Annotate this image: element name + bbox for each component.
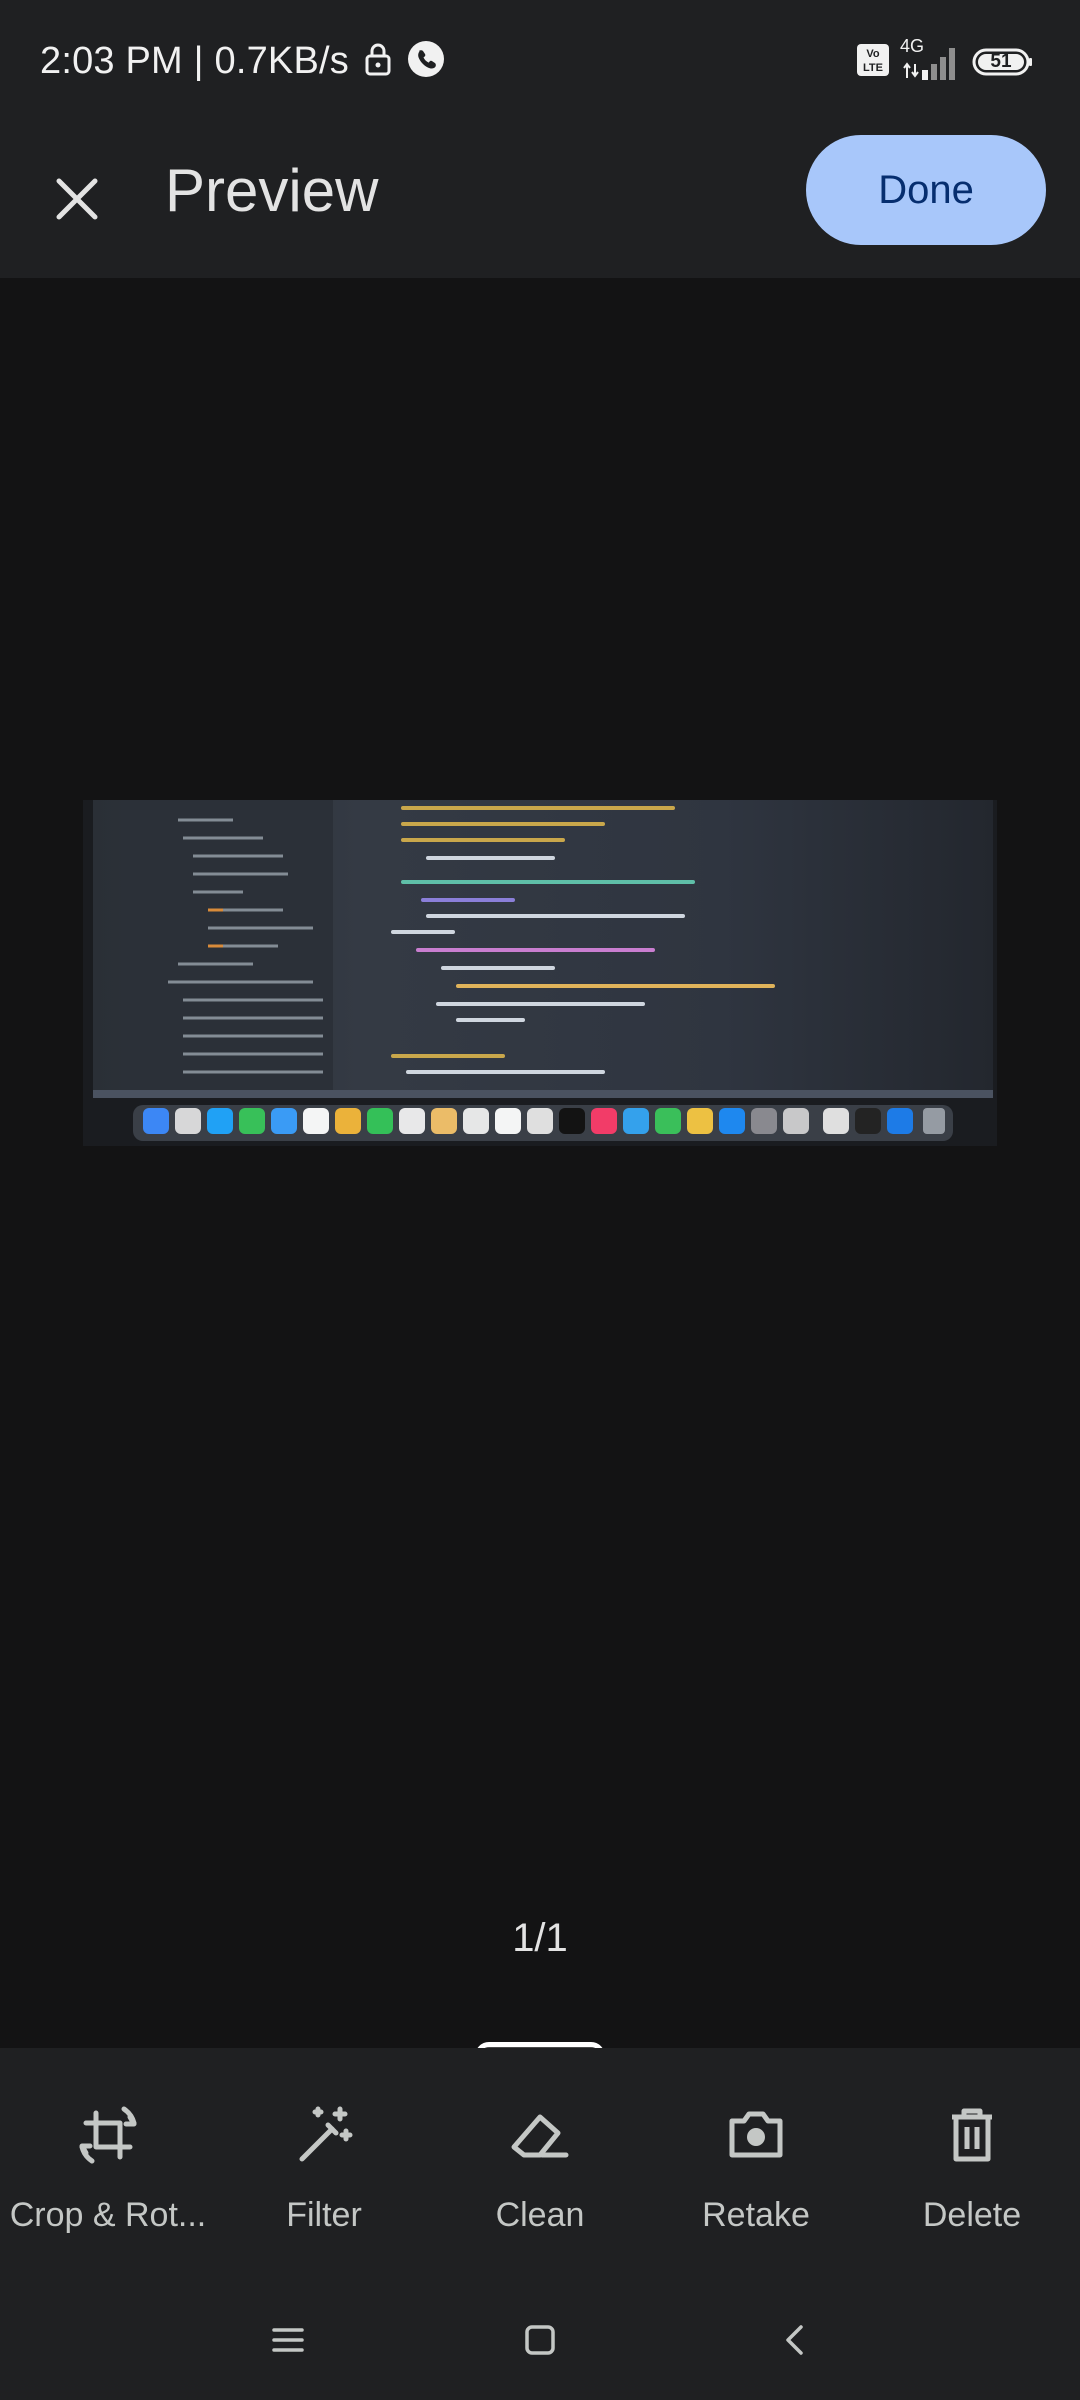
- clean-label: Clean: [495, 2196, 585, 2234]
- svg-text:LTE: LTE: [863, 62, 883, 74]
- magic-wand-icon: [216, 2100, 432, 2170]
- battery-level: 51: [990, 51, 1012, 72]
- battery-icon: 51: [972, 47, 1034, 77]
- top-app-bar: Preview Done: [0, 130, 1080, 278]
- status-bar: 2:03 PM | 0.7KB/s Vo LTE 4G 51: [0, 0, 1080, 130]
- back-chevron-icon: [786, 2325, 803, 2355]
- status-right: Vo LTE 4G 51: [856, 36, 1034, 82]
- crop-rotate-button[interactable]: Crop & Rot...: [0, 2100, 216, 2235]
- back-button[interactable]: [764, 2310, 824, 2370]
- scanned-document-image[interactable]: [83, 800, 997, 1146]
- page-counter: 1/1: [512, 1916, 568, 1960]
- recents-button[interactable]: [258, 2310, 318, 2370]
- crop-rotate-label: Crop & Rot...: [9, 2196, 207, 2234]
- done-button[interactable]: Done: [806, 135, 1046, 245]
- signal-icon: 4G: [900, 36, 962, 82]
- filter-label: Filter: [286, 2196, 362, 2234]
- eraser-icon: [432, 2100, 648, 2170]
- delete-label: Delete: [922, 2196, 1022, 2234]
- status-left: 2:03 PM | 0.7KB/s: [40, 40, 445, 83]
- svg-text:Vo: Vo: [866, 48, 880, 60]
- close-button[interactable]: [42, 164, 112, 234]
- retake-label: Retake: [702, 2196, 810, 2234]
- bottom-toolbar: Crop & Rot... Filter Clean Retake Delete: [0, 2048, 1080, 2280]
- camera-icon: [648, 2100, 864, 2170]
- volte-icon: Vo LTE: [856, 43, 890, 82]
- page-title: Preview: [165, 157, 379, 224]
- trash-icon: [864, 2100, 1080, 2170]
- phone-icon: [407, 40, 445, 83]
- clean-button[interactable]: Clean: [432, 2100, 648, 2235]
- status-time: 2:03 PM | 0.7KB/s: [40, 40, 349, 82]
- filter-button[interactable]: Filter: [216, 2100, 432, 2235]
- retake-button[interactable]: Retake: [648, 2100, 864, 2235]
- lock-icon: [363, 42, 393, 81]
- home-button[interactable]: [510, 2310, 570, 2370]
- preview-canvas: 1/1: [0, 278, 1080, 2216]
- menu-icon: [272, 2328, 304, 2352]
- crop-rotate-icon: [0, 2100, 216, 2170]
- close-icon: [56, 178, 98, 220]
- delete-button[interactable]: Delete: [864, 2100, 1080, 2235]
- system-nav-bar: [0, 2280, 1080, 2400]
- home-square-icon: [525, 2325, 555, 2355]
